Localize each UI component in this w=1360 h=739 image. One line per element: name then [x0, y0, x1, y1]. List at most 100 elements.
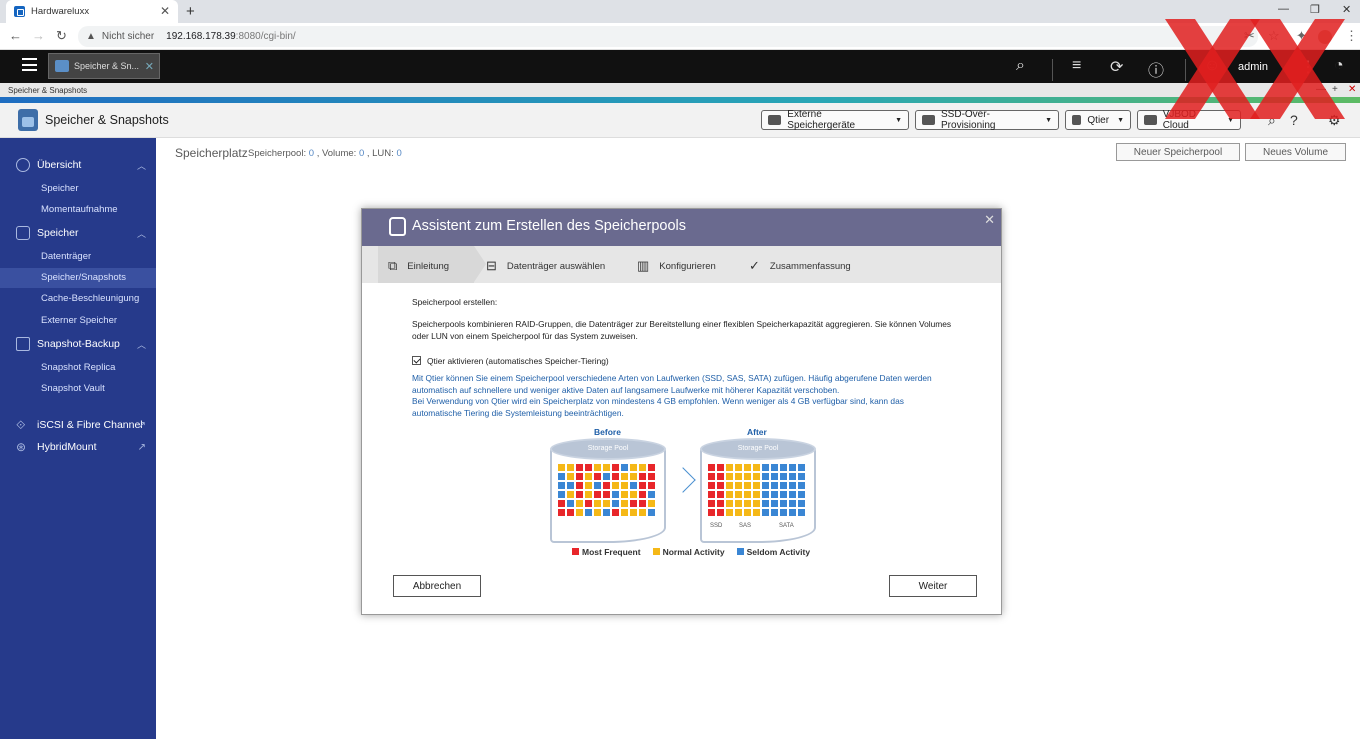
forward-icon[interactable]: →: [32, 28, 45, 43]
qtier-dropdown[interactable]: Qtier ▼: [1065, 110, 1131, 130]
sidebar-item-speicher-snapshots[interactable]: Speicher/Snapshots: [41, 272, 126, 283]
maximize-app-icon[interactable]: +: [1332, 84, 1338, 95]
sidebar-item-snapshot-vault[interactable]: Snapshot Vault: [41, 383, 105, 394]
block-icon: [612, 482, 619, 489]
block-icon: [594, 500, 601, 507]
sidebar-item-datentraeger[interactable]: Datenträger: [41, 251, 91, 262]
search-icon[interactable]: ⌕: [1268, 112, 1276, 129]
app-taskbar-tab[interactable]: Speicher & Sn... ✕: [48, 53, 160, 79]
extension-icon[interactable]: ✂: [1244, 28, 1255, 44]
puzzle-icon[interactable]: ✦: [1296, 28, 1307, 44]
block-icon: [726, 464, 733, 471]
warning-icon: ▲: [86, 31, 96, 42]
block-icon: [603, 473, 610, 480]
reload-icon[interactable]: ↻: [56, 28, 67, 44]
block-icon: [585, 500, 592, 507]
user-icon[interactable]: ☺: [1204, 57, 1220, 75]
block-icon: [594, 509, 601, 516]
legend-most-frequent: Most Frequent: [572, 547, 641, 557]
sidebar-item-momentaufnahme[interactable]: Momentaufnahme: [41, 204, 118, 215]
tier-label-ssd: SSD: [710, 523, 723, 529]
snapshot-backup-icon: [16, 337, 30, 351]
search-icon[interactable]: ⌕: [1016, 57, 1025, 75]
app-header: Speicher & Snapshots Externe Speicherger…: [0, 103, 1360, 138]
url-bar[interactable]: ▲ Nicht sicher 192.168.178.39:8080/cgi-b…: [78, 26, 1258, 47]
qtier-checkbox-row[interactable]: Qtier aktivieren (automatisches Speicher…: [412, 356, 952, 368]
block-icon: [798, 509, 805, 516]
block-icon: [621, 500, 628, 507]
dialog-header: Assistent zum Erstellen des Speicherpool…: [362, 209, 1001, 246]
block-icon: [762, 473, 769, 480]
sidebar-item-speicher[interactable]: Speicher: [41, 183, 79, 194]
new-tab-button[interactable]: +: [186, 3, 195, 20]
block-icon: [717, 473, 724, 480]
step-datentraeger-auswaehlen: ⊟ Datenträger auswählen: [486, 258, 605, 274]
sidebar-section-speicher[interactable]: Speicher ︿: [16, 226, 146, 240]
address-bar-row: ← → ↻ ▲ Nicht sicher 192.168.178.39:8080…: [0, 23, 1360, 50]
help-icon[interactable]: ?: [1290, 112, 1298, 128]
block-icon: [735, 464, 742, 471]
before-cylinder-top: Storage Pool: [550, 438, 666, 460]
block-icon: [798, 473, 805, 480]
close-app-icon[interactable]: ✕: [1348, 84, 1356, 95]
browser-tab[interactable]: Hardwareluxx ✕: [6, 0, 178, 23]
block-icon: [585, 482, 592, 489]
next-button[interactable]: Weiter: [889, 575, 977, 597]
main-menu-icon[interactable]: [22, 58, 37, 71]
cancel-button[interactable]: Abbrechen: [393, 575, 481, 597]
sidebar-section-snapshot-backup[interactable]: Snapshot-Backup ︿: [16, 337, 146, 351]
block-icon: [726, 500, 733, 507]
block-icon: [735, 491, 742, 498]
settings-gear-icon[interactable]: ⚙: [1328, 112, 1341, 129]
block-icon: [576, 464, 583, 471]
block-icon: [717, 509, 724, 516]
background-tasks-icon[interactable]: ≡: [1072, 57, 1081, 75]
storage-app-icon: [55, 60, 69, 72]
bookmark-star-icon[interactable]: ☆: [1268, 28, 1280, 44]
qtier-info-line1: Mit Qtier können Sie einem Speicherpool …: [412, 373, 932, 395]
more-icon[interactable]: ⋮: [1300, 57, 1316, 77]
back-icon[interactable]: ←: [9, 28, 22, 43]
close-window-icon[interactable]: ✕: [1342, 3, 1351, 16]
sync-icon[interactable]: ⟳: [1110, 57, 1123, 77]
dashboard-icon[interactable]: ◔: [1334, 57, 1344, 75]
block-icon: [639, 491, 646, 498]
browser-menu-icon[interactable]: ⋮: [1345, 28, 1358, 44]
block-icon: [612, 473, 619, 480]
insecure-label: Nicht sicher: [101, 31, 155, 42]
sidebar-section-uebersicht[interactable]: Übersicht ︿: [16, 158, 146, 172]
close-tab-icon[interactable]: ✕: [160, 4, 170, 18]
tier-label-sata: SATA: [779, 523, 794, 529]
profile-avatar-icon[interactable]: [1318, 30, 1332, 44]
sidebar-link-iscsi[interactable]: ⟐ iSCSI & Fibre Channel ↗: [16, 418, 146, 432]
user-menu[interactable]: admin: [1238, 61, 1268, 73]
url-path: :8080/cgi-bin/: [235, 31, 296, 42]
close-app-tab-icon[interactable]: ✕: [145, 60, 154, 73]
block-icon: [558, 482, 565, 489]
restore-icon[interactable]: ❐: [1310, 3, 1320, 16]
external-storage-dropdown[interactable]: Externe Speichergeräte ▼: [761, 109, 909, 131]
storage-pool-icon: [389, 217, 406, 236]
block-icon: [558, 509, 565, 516]
block-icon: [771, 509, 778, 516]
sidebar-section-label: Snapshot-Backup: [37, 338, 120, 350]
block-icon: [648, 500, 655, 507]
sidebar-item-snapshot-replica[interactable]: Snapshot Replica: [41, 362, 115, 373]
sidebar-link-hybridmount[interactable]: ⊛ HybridMount ↗: [16, 440, 146, 454]
close-dialog-icon[interactable]: ✕: [984, 212, 995, 228]
info-icon[interactable]: ⓘ: [1148, 57, 1164, 81]
minimize-app-icon[interactable]: —: [1316, 84, 1326, 95]
block-icon: [735, 473, 742, 480]
qtier-checkbox[interactable]: [412, 356, 421, 365]
block-icon: [612, 500, 619, 507]
minimize-icon[interactable]: —: [1278, 3, 1289, 15]
vjbod-cloud-icon: [1144, 115, 1157, 125]
block-icon: [735, 509, 742, 516]
sidebar-item-cache-beschleunigung[interactable]: Cache-Beschleunigung: [41, 293, 139, 304]
vjbod-cloud-dropdown[interactable]: VJBOD Cloud ▼: [1137, 109, 1241, 131]
ssd-overprovisioning-dropdown[interactable]: SSD-Over-Provisioning ▼: [915, 109, 1059, 131]
block-icon: [753, 500, 760, 507]
block-icon: [798, 464, 805, 471]
block-icon: [567, 500, 574, 507]
sidebar-item-externer-speicher[interactable]: Externer Speicher: [41, 315, 117, 326]
